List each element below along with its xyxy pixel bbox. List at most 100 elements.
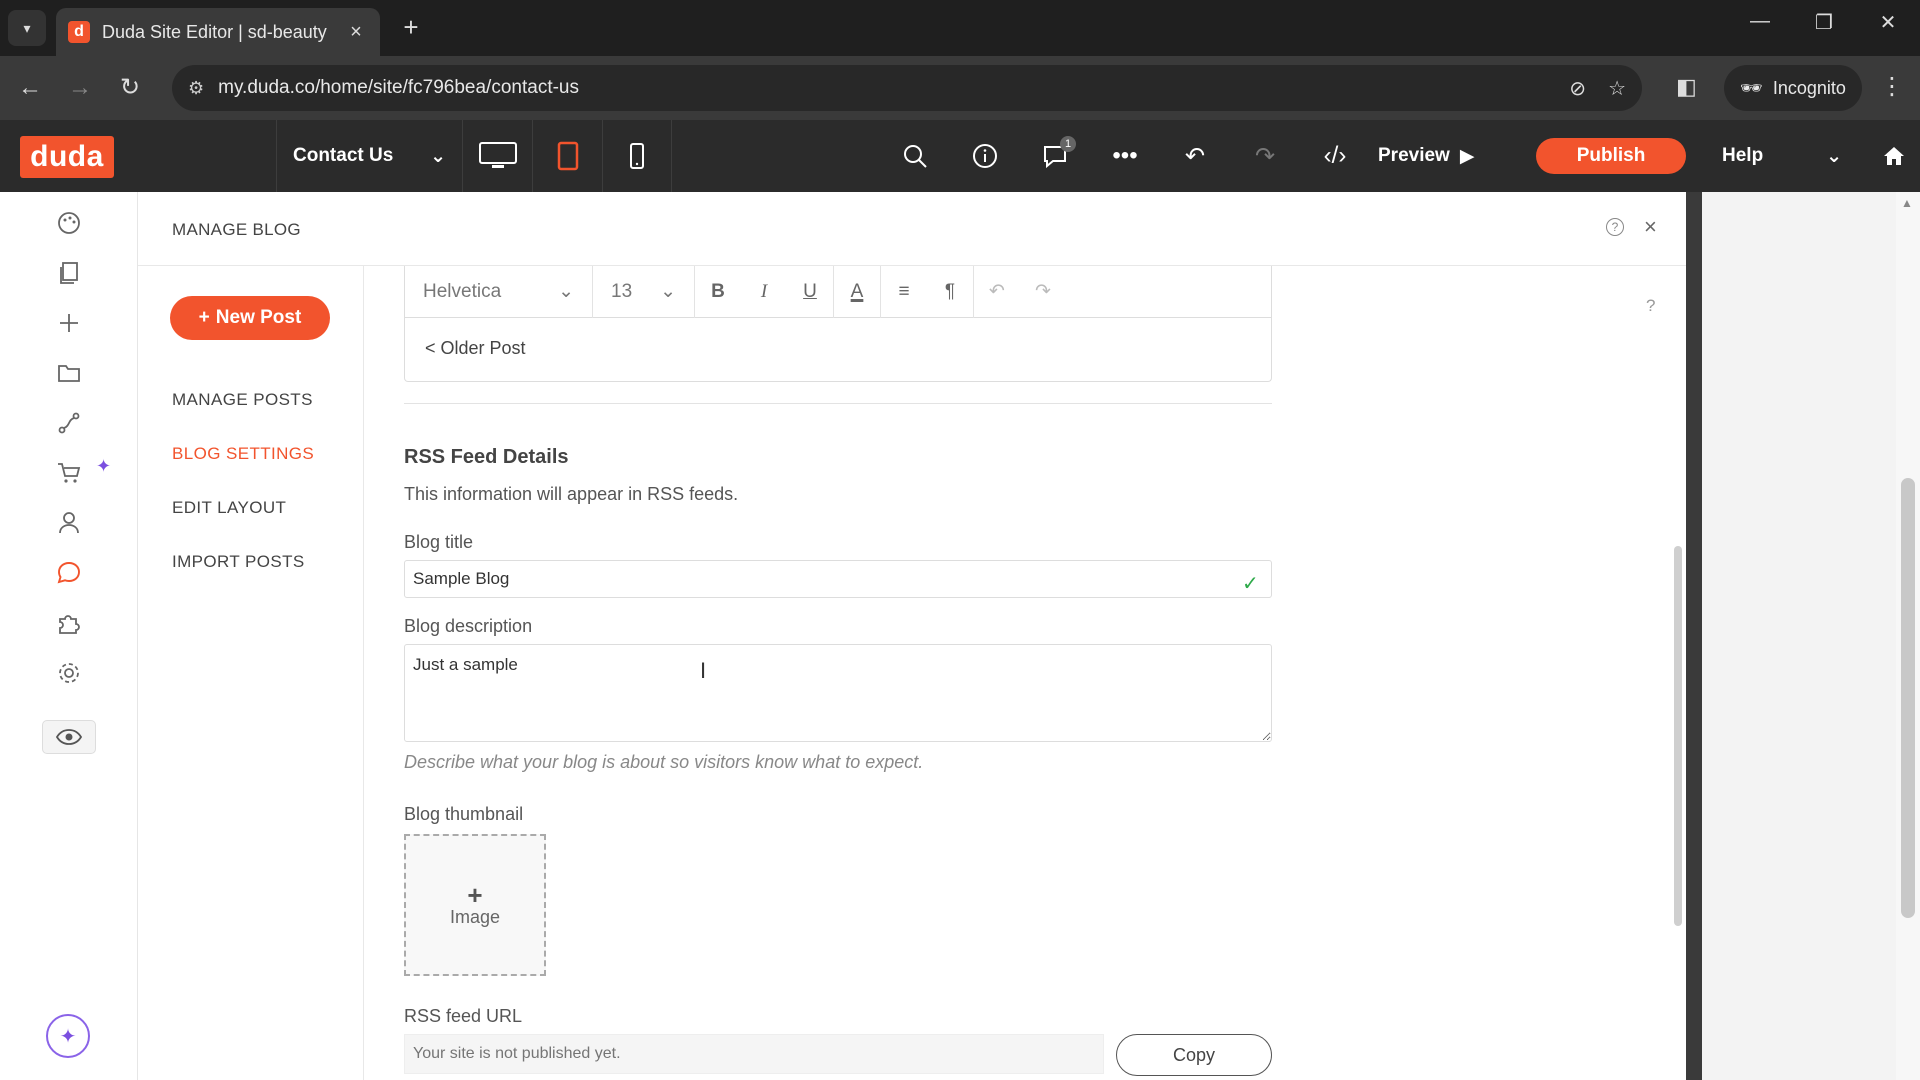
site-info-icon[interactable]: ⚙	[188, 78, 204, 99]
panel-scrollbar[interactable]	[1674, 546, 1682, 926]
manage-blog-panel: MANAGE BLOG ? × + New Post MANAGE POSTS …	[138, 192, 1686, 1080]
design-palette-icon[interactable]	[50, 204, 88, 242]
editor-redo-icon[interactable]: ↷	[1020, 266, 1066, 318]
copy-button[interactable]: Copy	[1116, 1034, 1272, 1076]
widgets-puzzle-icon[interactable]	[50, 604, 88, 642]
font-size-value: 13	[611, 280, 633, 302]
restore-icon[interactable]: ❐	[1804, 10, 1844, 35]
content-help-icon[interactable]: ?	[1646, 296, 1655, 316]
info-icon	[973, 144, 997, 168]
blog-thumbnail-label: Blog thumbnail	[404, 804, 524, 824]
info-button[interactable]	[950, 120, 1020, 192]
nav-edit-layout[interactable]: EDIT LAYOUT	[172, 498, 286, 518]
site-canvas	[1702, 192, 1896, 1080]
mobile-icon	[630, 143, 644, 169]
publish-button[interactable]: Publish	[1536, 138, 1686, 174]
back-icon[interactable]: ←	[14, 74, 46, 102]
more-options-icon[interactable]: •••	[1090, 120, 1160, 192]
search-button[interactable]	[880, 120, 950, 192]
scroll-up-icon[interactable]: ▲	[1901, 196, 1913, 210]
members-user-icon[interactable]	[50, 504, 88, 542]
reload-icon[interactable]: ↻	[114, 74, 146, 102]
incognito-icon: 🕶	[1740, 77, 1763, 98]
help-menu[interactable]: Help ⌄	[1722, 120, 1842, 192]
underline-icon[interactable]: U	[787, 266, 833, 318]
browser-menu-icon[interactable]: ⋮	[1880, 72, 1904, 101]
duda-logo[interactable]: duda	[20, 136, 114, 178]
text-cursor-icon: I	[700, 658, 707, 683]
minimize-icon[interactable]: —	[1740, 10, 1780, 33]
mobile-view-button[interactable]	[602, 120, 672, 192]
blog-comment-icon[interactable]	[50, 554, 88, 592]
settings-gear-icon[interactable]	[50, 654, 88, 692]
add-icon[interactable]	[50, 304, 88, 342]
comments-button[interactable]: 1	[1020, 120, 1090, 192]
blog-description-hint: Describe what your blog is about so visi…	[404, 752, 924, 772]
window-close-icon[interactable]: ✕	[1868, 10, 1908, 35]
undo-icon[interactable]: ↶	[1160, 120, 1230, 192]
blog-description-textarea[interactable]: Just a sample	[404, 644, 1272, 742]
page-scrollbar-thumb[interactable]	[1901, 478, 1915, 918]
folder-icon[interactable]	[50, 354, 88, 392]
tablet-view-button[interactable]	[532, 120, 602, 192]
italic-icon[interactable]: I	[741, 266, 787, 318]
redo-icon[interactable]: ↷	[1230, 120, 1300, 192]
tab-close-icon[interactable]: ×	[344, 21, 368, 44]
editor-toolbar: duda Contact Us ⌄ 1 ••• ↶ ↷ ‹/› Preview …	[0, 120, 1920, 192]
new-post-button[interactable]: + New Post	[170, 296, 330, 340]
blog-settings-content: ? Helvetica ⌄ 13 ⌄ B I U A ≡ ¶ ↶ ↷ < Old…	[364, 266, 1686, 1080]
duda-favicon-icon: d	[68, 21, 90, 43]
nav-blog-settings[interactable]: BLOG SETTINGS	[172, 444, 314, 464]
preview-button[interactable]: Preview ▶	[1378, 120, 1474, 192]
url-text: my.duda.co/home/site/fc796bea/contact-us	[218, 77, 579, 98]
connect-icon[interactable]	[50, 404, 88, 442]
rss-feed-url-input[interactable]	[404, 1034, 1104, 1074]
desktop-view-button[interactable]	[462, 120, 532, 192]
font-family-value: Helvetica	[423, 280, 502, 302]
section-divider	[404, 403, 1272, 404]
font-size-select[interactable]: 13 ⌄	[593, 266, 695, 318]
home-button[interactable]	[1868, 120, 1920, 192]
panel-edge	[1686, 192, 1702, 1080]
nav-import-posts[interactable]: IMPORT POSTS	[172, 552, 305, 572]
tracking-hidden-icon[interactable]: ⊘	[1569, 76, 1586, 101]
older-post-link[interactable]: < Older Post	[425, 338, 526, 359]
tablet-icon	[557, 141, 578, 171]
add-image-icon: +	[467, 879, 483, 910]
text-format-toolbar: Helvetica ⌄ 13 ⌄ B I U A ≡ ¶ ↶ ↷	[405, 266, 1271, 318]
url-bar[interactable]: ⚙ my.duda.co/home/site/fc796bea/contact-…	[172, 65, 1642, 111]
rss-description: This information will appear in RSS feed…	[404, 484, 739, 504]
panel-close-icon[interactable]: ×	[1644, 214, 1657, 240]
align-icon[interactable]: ≡	[881, 266, 927, 318]
bold-icon[interactable]: B	[695, 266, 741, 318]
paragraph-icon[interactable]: ¶	[927, 266, 973, 318]
nav-manage-posts[interactable]: MANAGE POSTS	[172, 390, 313, 410]
editor-undo-icon[interactable]: ↶	[974, 266, 1020, 318]
blog-title-input[interactable]	[404, 560, 1272, 598]
size-chevron-down-icon: ⌄	[660, 281, 676, 302]
pages-icon[interactable]	[50, 254, 88, 292]
tab-search-icon[interactable]: ▾	[8, 10, 46, 46]
side-panel-icon[interactable]: ◧	[1676, 74, 1697, 100]
visibility-eye-icon[interactable]	[42, 720, 96, 754]
browser-tab-active[interactable]: d Duda Site Editor | sd-beauty ×	[56, 8, 380, 56]
help-label: Help	[1722, 145, 1764, 166]
forward-icon[interactable]: →	[64, 74, 96, 102]
panel-title: MANAGE BLOG	[172, 220, 301, 239]
dev-mode-icon[interactable]: ‹/›	[1300, 120, 1370, 192]
thumbnail-button-label: Image	[449, 906, 501, 927]
browser-tab-strip: ▾ d Duda Site Editor | sd-beauty × + — ❐…	[0, 0, 1920, 56]
thumbnail-upload[interactable]: + Image	[404, 834, 546, 976]
page-selector[interactable]: Contact Us ⌄	[276, 120, 460, 192]
plus-icon: +	[198, 307, 210, 328]
store-cart-icon[interactable]	[50, 454, 88, 492]
bookmark-star-icon[interactable]: ☆	[1608, 76, 1626, 101]
incognito-badge[interactable]: 🕶 Incognito	[1724, 65, 1862, 111]
ai-assistant-icon[interactable]: ✦	[46, 1014, 90, 1058]
font-family-select[interactable]: Helvetica ⌄	[405, 266, 593, 318]
panel-help-icon[interactable]: ?	[1606, 218, 1624, 236]
rich-text-editor: Helvetica ⌄ 13 ⌄ B I U A ≡ ¶ ↶ ↷ < Older…	[404, 266, 1272, 382]
text-color-icon[interactable]: A	[834, 266, 880, 318]
new-post-label: New Post	[215, 307, 302, 328]
new-tab-icon[interactable]: +	[396, 12, 426, 43]
